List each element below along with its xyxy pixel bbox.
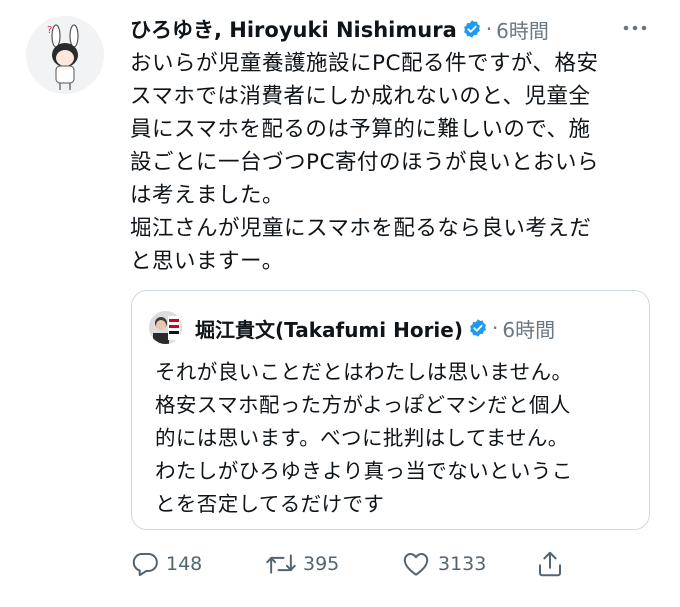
tweet-time[interactable]: 6時間 (496, 15, 549, 44)
retweet-count: 395 (303, 553, 340, 575)
share-button[interactable] (535, 546, 571, 582)
quoted-author-name: 堀江貴文(Takafumi Horie) (195, 317, 463, 342)
tweet-actions: 148 395 3133 (130, 546, 580, 582)
tweet-text: おいらが児童養護施設にPC配る件ですが、格安 スマホでは消費者にしか成れないのと… (130, 51, 599, 274)
reply-icon (132, 553, 158, 577)
quoted-author-avatar (149, 311, 182, 344)
verified-badge-icon (462, 19, 482, 39)
retweet-button[interactable]: 395 (265, 546, 339, 582)
quoted-tweet-header: 堀江貴文(Takafumi Horie) · 6時間 (195, 311, 555, 345)
separator-dot: · (485, 17, 493, 41)
tweet-header: ひろゆき, Hiroyuki Nishimura · 6時間 (130, 12, 650, 46)
retweet-icon (266, 554, 296, 574)
author-avatar[interactable]: ? (26, 16, 104, 94)
separator-dot: · (492, 316, 499, 340)
more-options-icon[interactable] (620, 16, 650, 40)
author-name[interactable]: ひろゆき, Hiroyuki Nishimura (130, 14, 457, 44)
quoted-tweet-text: それが良いことだとはわたしは思いません。 格安スマホ配った方がよっぽどマシだと個… (155, 360, 573, 516)
share-icon (539, 551, 561, 577)
svg-text:?: ? (47, 25, 52, 36)
verified-badge-icon (468, 318, 488, 338)
reply-count: 148 (166, 553, 203, 575)
like-count: 3133 (438, 553, 487, 575)
like-button[interactable]: 3133 (400, 546, 486, 582)
quoted-tweet-card[interactable]: 堀江貴文(Takafumi Horie) · 6時間 それが良いことだとはわたし… (131, 290, 650, 530)
reply-button[interactable]: 148 (130, 546, 202, 582)
quoted-tweet-time: 6時間 (502, 317, 556, 342)
heart-icon (403, 553, 429, 576)
